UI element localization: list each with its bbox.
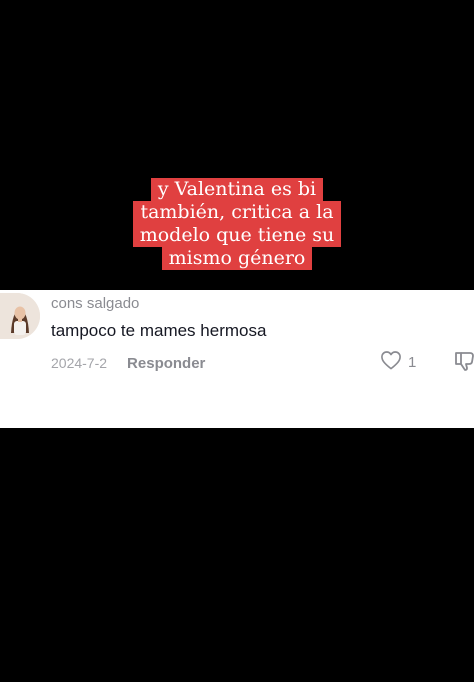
like-button[interactable]: 1 <box>380 350 416 375</box>
comment-username[interactable]: cons salgado <box>51 295 139 312</box>
reply-button[interactable]: Responder <box>127 355 205 372</box>
video-bottom <box>0 428 474 682</box>
video-caption: y Valentina es bi también, critica a la … <box>0 178 474 270</box>
avatar-image <box>0 293 40 339</box>
caption-line: y Valentina es bi <box>150 178 324 201</box>
heart-icon <box>380 350 402 375</box>
caption-line: también, critica a la <box>133 201 341 224</box>
comment-card: cons salgado tampoco te mames hermosa 20… <box>0 290 474 428</box>
caption-line: modelo que tiene su <box>132 224 342 247</box>
comment-date: 2024-7-2 <box>51 355 108 371</box>
comment-text: tampoco te mames hermosa <box>51 321 267 340</box>
caption-line: mismo género <box>161 247 313 270</box>
comment-meta: 2024-7-2 Responder <box>51 352 205 374</box>
avatar[interactable] <box>0 293 40 339</box>
dislike-icon <box>454 352 474 376</box>
like-count: 1 <box>408 354 417 371</box>
dislike-button[interactable] <box>454 350 474 377</box>
